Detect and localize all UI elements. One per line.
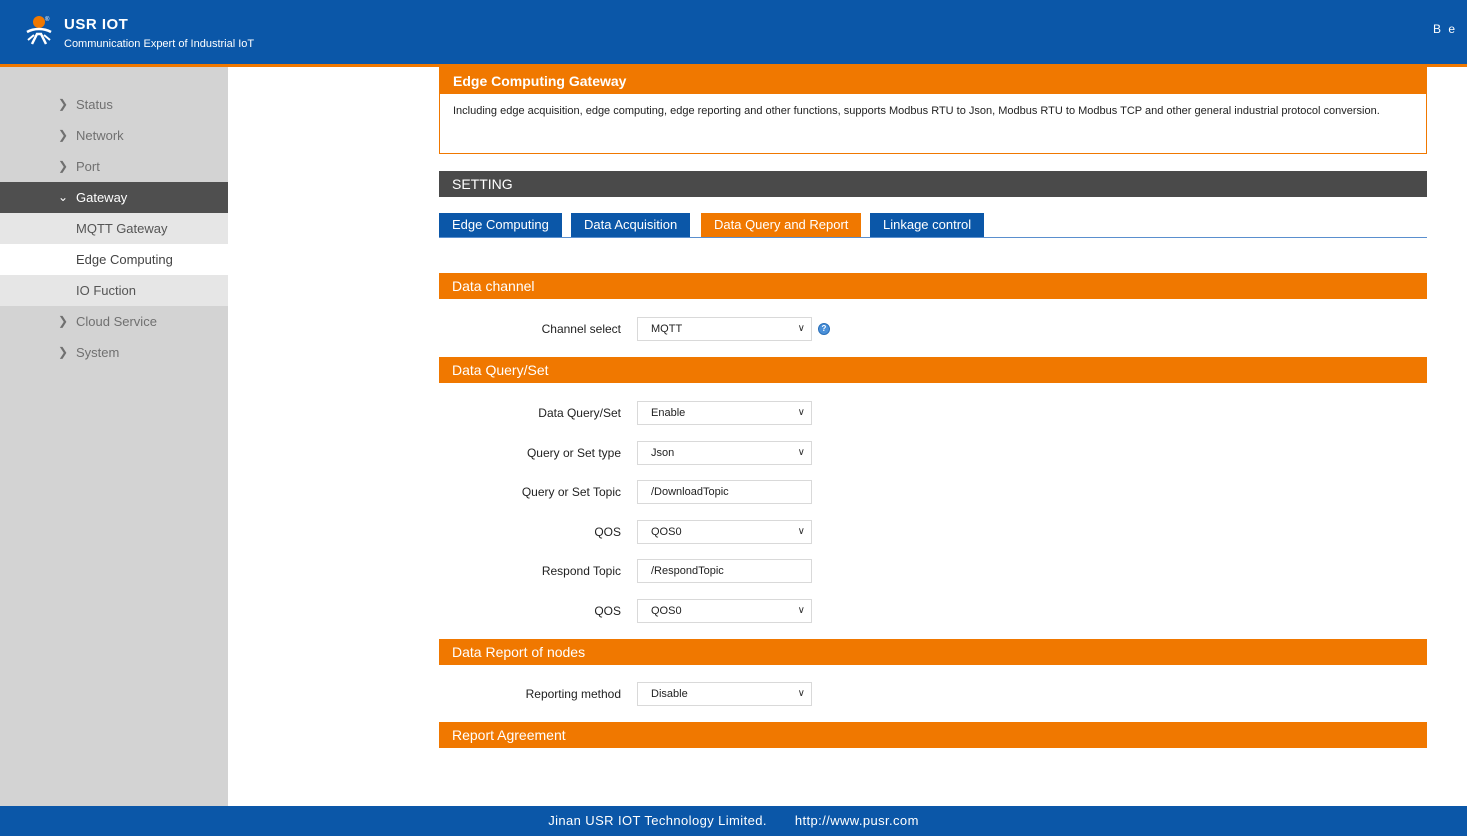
chevron-down-icon: ∨	[797, 688, 805, 699]
chevron-down-icon: ∨	[797, 323, 805, 334]
chevron-down-icon: ∨	[797, 526, 805, 537]
footer-company: Jinan USR IOT Technology Limited.	[548, 813, 767, 828]
svg-text:®: ®	[45, 16, 50, 23]
sidebar-item-gateway[interactable]: ⌄ Gateway	[0, 182, 228, 213]
select-value: Enable	[651, 407, 686, 419]
top-header: ® USR IOT Communication Expert of Indust…	[0, 0, 1467, 64]
chevron-down-icon: ∨	[797, 407, 805, 418]
info-description: Including edge acquisition, edge computi…	[453, 105, 1380, 117]
info-box: Edge Computing Gateway Including edge ac…	[439, 67, 1427, 154]
section-data-channel: Data channel	[439, 273, 1427, 299]
help-icon[interactable]: ?	[818, 323, 830, 335]
input-value: /DownloadTopic	[651, 486, 729, 498]
query-set-type-row: Query or Set type Json ∨	[439, 441, 1427, 465]
info-title: Edge Computing Gateway	[440, 68, 1426, 94]
sidebar-item-label: System	[76, 345, 120, 360]
sidebar-item-label: Cloud Service	[76, 314, 157, 329]
qos-select-2[interactable]: QOS0 ∨	[637, 599, 812, 623]
field-label: Query or Set type	[526, 446, 621, 460]
section-data-report: Data Report of nodes	[439, 639, 1427, 665]
field-label: QOS	[594, 604, 621, 618]
respond-topic-input[interactable]: /RespondTopic	[637, 559, 812, 583]
sidebar-item-label: Status	[76, 97, 113, 112]
select-value: Json	[651, 447, 675, 459]
select-value: Disable	[651, 688, 688, 700]
tab-edge-computing[interactable]: Edge Computing	[439, 213, 562, 237]
channel-select-row: Channel select MQTT ∨ ?	[439, 317, 1427, 341]
chevron-right-icon: ❯	[58, 159, 69, 173]
input-value: /RespondTopic	[651, 565, 724, 577]
sidebar-item-port[interactable]: ❯ Port	[0, 151, 228, 182]
usr-logo-icon: ®	[26, 16, 52, 45]
sidebar-item-label: Network	[76, 128, 124, 143]
chevron-down-icon: ∨	[797, 605, 805, 616]
data-query-set-select[interactable]: Enable ∨	[637, 401, 812, 425]
field-label: Respond Topic	[541, 564, 621, 578]
chevron-right-icon: ❯	[58, 314, 69, 328]
chevron-right-icon: ❯	[58, 128, 69, 142]
sidebar: ❯ Status ❯ Network ❯ Port ⌄ Gateway MQTT…	[0, 67, 228, 806]
qos-row-2: QOS QOS0 ∨	[439, 599, 1427, 623]
sidebar-subitem-mqtt-gateway[interactable]: MQTT Gateway	[0, 213, 228, 244]
sidebar-item-label: Port	[76, 159, 100, 174]
chevron-down-icon: ⌄	[58, 190, 69, 204]
reporting-method-select[interactable]: Disable ∨	[637, 682, 812, 706]
respond-topic-row: Respond Topic /RespondTopic	[439, 559, 1427, 583]
field-label: Channel select	[541, 322, 621, 336]
query-set-type-select[interactable]: Json ∨	[637, 441, 812, 465]
sidebar-item-label: Gateway	[76, 190, 128, 205]
query-set-topic-row: Query or Set Topic /DownloadTopic	[439, 480, 1427, 504]
tab-linkage-control[interactable]: Linkage control	[870, 213, 985, 237]
select-value: MQTT	[651, 323, 683, 335]
sidebar-item-cloud-service[interactable]: ❯ Cloud Service	[0, 306, 228, 337]
tab-data-acquisition[interactable]: Data Acquisition	[571, 213, 691, 237]
language-switch[interactable]: B e	[1433, 22, 1457, 36]
sidebar-item-network[interactable]: ❯ Network	[0, 120, 228, 151]
qos-row-1: QOS QOS0 ∨	[439, 520, 1427, 544]
tab-bar: Edge Computing Data Acquisition Data Que…	[439, 213, 1427, 238]
tab-data-query-and-report[interactable]: Data Query and Report	[701, 213, 862, 237]
sidebar-item-system[interactable]: ❯ System	[0, 337, 228, 368]
sidebar-subitem-edge-computing[interactable]: Edge Computing	[0, 244, 228, 275]
reporting-method-row: Reporting method Disable ∨	[439, 682, 1427, 706]
brand-tagline: Communication Expert of Industrial IoT	[64, 38, 255, 50]
sidebar-item-status[interactable]: ❯ Status	[0, 89, 228, 120]
chevron-right-icon: ❯	[58, 345, 69, 359]
brand-name: USR IOT	[64, 16, 129, 33]
query-set-topic-input[interactable]: /DownloadTopic	[637, 480, 812, 504]
qos-select-1[interactable]: QOS0 ∨	[637, 520, 812, 544]
field-label: Data Query/Set	[538, 406, 621, 420]
field-label: Query or Set Topic	[521, 485, 621, 499]
chevron-right-icon: ❯	[58, 97, 69, 111]
field-label: Reporting method	[525, 687, 621, 701]
channel-select[interactable]: MQTT ∨	[637, 317, 812, 341]
data-query-set-row: Data Query/Set Enable ∨	[439, 401, 1427, 425]
section-data-query-set: Data Query/Set	[439, 357, 1427, 383]
sidebar-subitem-io-fuction[interactable]: IO Fuction	[0, 275, 228, 306]
section-report-agreement: Report Agreement	[439, 722, 1427, 748]
select-value: QOS0	[651, 526, 682, 538]
footer: Jinan USR IOT Technology Limited. http:/…	[0, 806, 1467, 836]
chevron-down-icon: ∨	[797, 447, 805, 458]
select-value: QOS0	[651, 605, 682, 617]
setting-bar: SETTING	[439, 171, 1427, 197]
sidebar-menu: ❯ Status ❯ Network ❯ Port ⌄ Gateway MQTT…	[0, 89, 228, 368]
field-label: QOS	[594, 525, 621, 539]
footer-url[interactable]: http://www.pusr.com	[795, 813, 919, 828]
